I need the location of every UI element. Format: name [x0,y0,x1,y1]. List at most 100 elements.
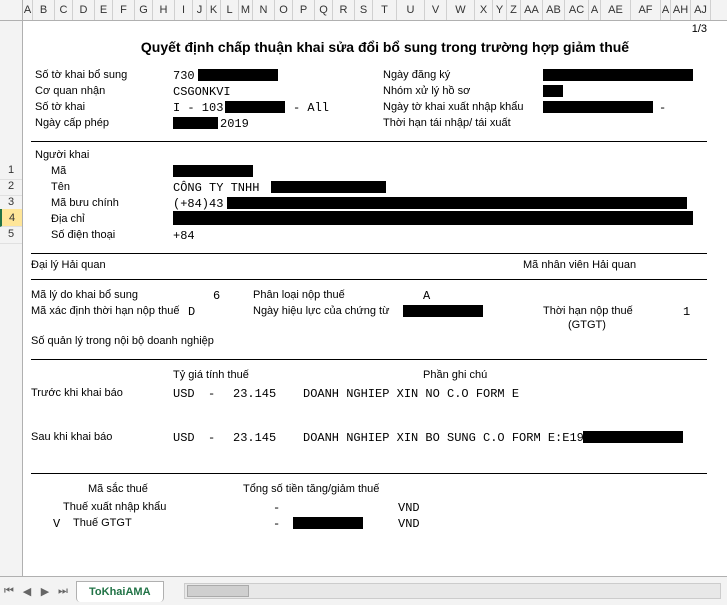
redaction [543,85,563,97]
thue-xnk-unit: VND [398,501,420,515]
sau-rate: 23.145 [233,431,276,445]
divider [31,279,707,280]
phan-loai-label: Phân loại nộp thuế [253,289,345,301]
row-headers[interactable]: 12345 [0,21,23,576]
tab-nav-first-icon[interactable]: ⏮ [1,583,17,599]
column-header-cell[interactable]: T [373,0,397,20]
column-header-row: ABCDEFGHIJKLMNOPQRSTUVWXYZAAABACAAEAFAAH… [0,0,727,21]
column-header-cell[interactable]: B [33,0,55,20]
divider [31,253,707,254]
column-header-cell[interactable]: X [475,0,493,20]
nhom-xu-ly-label: Nhóm xử lý hồ sơ [383,85,470,97]
column-header-cell[interactable]: Z [507,0,521,20]
column-header-cell[interactable]: AJ [691,0,711,20]
redaction [583,431,683,443]
tab-nav-next-icon[interactable]: ▶ [37,583,53,599]
redaction [403,305,483,317]
sheet-tab[interactable]: ToKhaiAMA [76,581,164,602]
dash-value: - [659,101,666,115]
ma-ly-do-value: 6 [213,289,220,303]
so-quan-ly-label: Số quản lý trong nội bộ doanh nghiệp [31,335,214,347]
column-header-cell[interactable]: V [425,0,447,20]
column-header-cell[interactable]: AC [565,0,589,20]
ten-value: CÔNG TY TNHH [173,181,259,195]
column-header-cell[interactable]: K [207,0,221,20]
sau-khi-khai-bao-label: Sau khi khai báo [31,431,112,443]
so-to-khai-label: Số tờ khai [35,101,85,113]
dia-chi-label: Địa chỉ [51,213,85,225]
column-header-cell[interactable]: S [355,0,373,20]
column-header-cell[interactable]: A [589,0,601,20]
column-header-cell[interactable]: L [221,0,239,20]
sheet-body: 12345 1/3 Quyết định chấp thuận khai sửa… [0,21,727,576]
column-header-cell[interactable]: E [95,0,113,20]
column-header-cell[interactable]: P [293,0,315,20]
column-header-cell[interactable]: G [135,0,153,20]
column-header-cell[interactable]: O [275,0,293,20]
column-header-cell[interactable]: AH [671,0,691,20]
column-header-cell[interactable]: N [253,0,275,20]
phan-ghi-chu-label: Phần ghi chú [423,369,487,381]
ngay-to-khai-xnk-label: Ngày tờ khai xuất nhập khẩu [383,101,524,113]
column-header-cell[interactable]: AA [521,0,543,20]
scrollbar-thumb[interactable] [187,585,249,597]
column-header-cell[interactable]: AB [543,0,565,20]
ngay-hieu-luc-label: Ngày hiệu lực của chứng từ [253,305,389,317]
column-header-cell[interactable]: AE [601,0,631,20]
column-header-cell[interactable]: F [113,0,135,20]
redaction [173,211,693,225]
tab-nav-last-icon[interactable]: ⏭ [55,583,71,599]
page-indicator: 1/3 [692,23,707,35]
so-to-khai-value-left: I - 103 [173,101,223,115]
truoc-ccy: USD [173,387,195,401]
column-header-cell[interactable]: U [397,0,425,20]
gtgt-label: (GTGT) [568,319,606,331]
column-header-cell[interactable]: C [55,0,73,20]
column-header-cell[interactable]: J [193,0,207,20]
ma-xac-dinh-value: D [188,305,195,319]
divider [31,141,707,142]
horizontal-scrollbar[interactable] [184,583,721,599]
truoc-khi-khai-bao-label: Trước khi khai báo [31,387,123,399]
phan-loai-value: A [423,289,430,303]
thue-xnk-dash: - [273,501,280,515]
ma-ly-do-label: Mã lý do khai bổ sung [31,289,138,301]
column-header-cell[interactable]: AF [631,0,661,20]
row-header-cell[interactable]: 5 [0,225,22,244]
column-header-cell[interactable]: H [153,0,175,20]
sau-note: DOANH NGHIEP XIN BO SUNG C.O FORM E:E19G [303,431,591,445]
thoi-han-nop-value: 1 [683,305,690,319]
ma-xac-dinh-label: Mã xác định thời hạn nộp thuế [31,305,179,317]
worksheet-canvas[interactable]: 1/3 Quyết định chấp thuận khai sửa đổi b… [23,21,727,576]
redaction [173,117,218,129]
column-header-cell[interactable]: Q [315,0,333,20]
column-header-cell[interactable]: A [23,0,33,20]
column-header-cell[interactable]: W [447,0,475,20]
column-header-cell[interactable]: I [175,0,193,20]
thue-gtgt-label: Thuế GTGT [73,517,132,529]
ma-sac-thue-label: Mã sắc thuế [88,483,148,495]
sheet-tab-bar: ⏮ ◀ ▶ ⏭ ToKhaiAMA [0,576,727,605]
column-header-cell[interactable]: Y [493,0,507,20]
thue-gtgt-mark: V [53,517,60,531]
column-header-cell[interactable]: M [239,0,253,20]
so-dien-thoai-label: Số điện thoại [51,229,115,241]
column-header-cell[interactable]: R [333,0,355,20]
column-header-cell[interactable]: D [73,0,95,20]
co-quan-nhan-label: Cơ quan nhận [35,85,105,97]
thue-gtgt-unit: VND [398,517,420,531]
column-headers[interactable]: ABCDEFGHIJKLMNOPQRSTUVWXYZAAABACAAEAFAAH… [23,0,727,20]
column-header-cell[interactable]: A [661,0,671,20]
ten-label: Tên [51,181,70,193]
ngay-cap-phep-label: Ngày cấp phép [35,117,109,129]
thue-xnk-label: Thuế xuất nhập khẩu [63,501,166,513]
thue-gtgt-dash: - [273,517,280,531]
select-all-corner[interactable] [0,0,23,20]
ngay-dang-ky-label: Ngày đăng ký [383,69,450,81]
truoc-dash: - [208,387,215,401]
tab-nav-prev-icon[interactable]: ◀ [19,583,35,599]
page-title: Quyết định chấp thuận khai sửa đổi bổ su… [63,39,707,55]
divider [31,359,707,360]
redaction [225,101,285,113]
sau-ccy: USD [173,431,195,445]
